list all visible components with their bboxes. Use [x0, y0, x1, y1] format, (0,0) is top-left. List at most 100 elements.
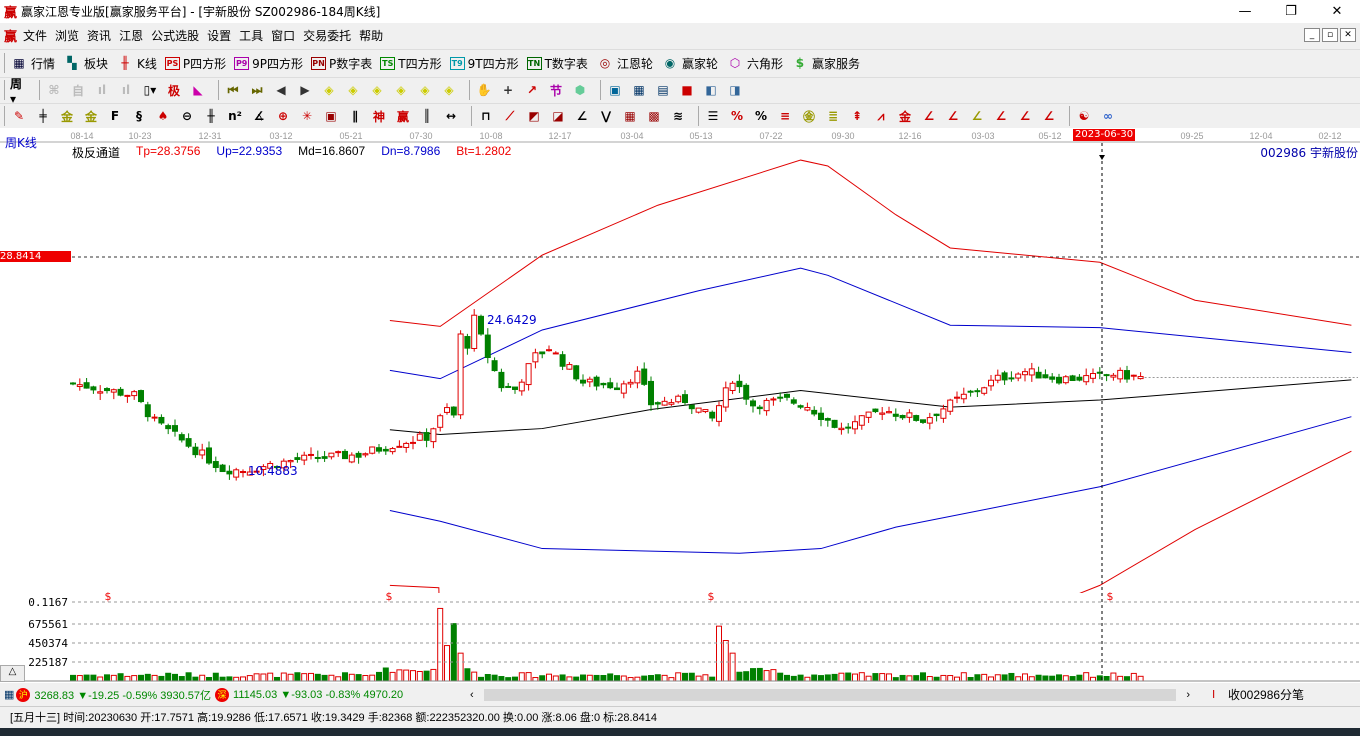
arrow-button[interactable]: ⇞ — [848, 107, 869, 125]
extreme-button[interactable]: 极 — [165, 81, 186, 99]
first-button[interactable]: ⏮ — [224, 81, 245, 99]
spiral-button[interactable]: § — [130, 107, 151, 125]
maximize-button[interactable]: ❐ — [1268, 0, 1314, 23]
last-button[interactable]: ⏭ — [248, 81, 269, 99]
lines-button[interactable]: ╫ — [202, 107, 223, 125]
angle2-button[interactable]: ∠ — [573, 107, 594, 125]
pen-button[interactable]: ✎ — [10, 107, 31, 125]
blocks-button[interactable]: ▚ 板块 — [63, 54, 108, 72]
sh-index[interactable]: 3268.83 ▼-19.25 -0.59% 3930.57亿 — [34, 687, 211, 703]
prev-button[interactable]: ◀ — [272, 81, 293, 99]
menu-item-4[interactable]: 公式选股 — [151, 27, 205, 44]
self-button[interactable]: 自 — [69, 81, 90, 99]
quote-table-icon[interactable]: ▦ — [4, 688, 14, 701]
gold2-button[interactable]: 金 — [82, 107, 103, 125]
pn-button[interactable]: PN P数字表 — [311, 55, 372, 72]
sz-index[interactable]: 11145.03 ▼-93.03 -0.83% 4970.20 — [233, 689, 403, 701]
pct-lines-button[interactable]: ≡ — [776, 107, 797, 125]
fan-shen-button[interactable]: ∠ — [992, 107, 1013, 125]
menu-item-2[interactable]: 资讯 — [87, 27, 117, 44]
notes-button[interactable]: ▤ — [654, 81, 675, 99]
fan-four-button[interactable]: ∠ — [1040, 107, 1061, 125]
peak-button[interactable]: ⩘ — [872, 107, 893, 125]
volume-profile-button[interactable]: ◣ — [189, 81, 210, 99]
ps-button[interactable]: PS P四方形 — [164, 55, 226, 72]
right-button[interactable]: ◈ — [344, 81, 365, 99]
menu-item-1[interactable]: 浏览 — [55, 27, 85, 44]
shrink-button[interactable]: ◈ — [392, 81, 413, 99]
ying-button[interactable]: 赢 — [394, 107, 415, 125]
fan-ying-button[interactable]: ∠ — [1016, 107, 1037, 125]
marker-button[interactable]: ♠ — [154, 107, 175, 125]
menu-item-6[interactable]: 工具 — [239, 27, 269, 44]
fan2-button[interactable]: ◩ — [525, 107, 546, 125]
zoom-in-button[interactable]: ◈ — [416, 81, 437, 99]
zoom-out-button[interactable]: ◈ — [440, 81, 461, 99]
jie-button[interactable]: 节 — [547, 81, 568, 99]
pct-line-button[interactable]: % — [728, 107, 749, 125]
ts-button[interactable]: TS T四方形 — [380, 55, 442, 72]
left-button[interactable]: ◈ — [320, 81, 341, 99]
scroll-track[interactable] — [483, 688, 1177, 701]
kline-button[interactable]: ╫ K线 — [116, 54, 157, 72]
fan3-button[interactable]: ◪ — [549, 107, 570, 125]
n2-button[interactable]: n² — [226, 107, 247, 125]
fan-f-button[interactable]: ∠ — [944, 107, 965, 125]
candle-type-button[interactable]: ▯▾ — [141, 81, 162, 99]
yinyang-button[interactable]: ☯ — [1075, 107, 1096, 125]
network-button[interactable]: ◧ — [702, 81, 723, 99]
grid3-button[interactable]: ▩ — [645, 107, 666, 125]
wave-button[interactable]: ⋁ — [597, 107, 618, 125]
gold1-button[interactable]: 金 — [58, 107, 79, 125]
parallel-button[interactable]: ∥ — [346, 107, 367, 125]
cycle-button[interactable]: ║ — [418, 107, 439, 125]
menu-item-7[interactable]: 窗口 — [271, 27, 301, 44]
grid2-button[interactable]: ▦ — [621, 107, 642, 125]
dollar-button[interactable]: $ 赢家服务 — [791, 54, 860, 72]
menu-item-3[interactable]: 江恩 — [119, 27, 149, 44]
hexagon-button[interactable]: ⬡ 六角形 — [726, 54, 783, 72]
menu-item-8[interactable]: 交易委托 — [303, 27, 357, 44]
tn-button[interactable]: TN T数字表 — [526, 55, 588, 72]
menu-item-9[interactable]: 帮助 — [359, 27, 389, 44]
calendar-button[interactable]: ▣ — [606, 81, 627, 99]
print-button[interactable]: ◨ — [726, 81, 747, 99]
fib-button[interactable]: F — [106, 107, 127, 125]
save-button[interactable]: ■ — [678, 81, 699, 99]
kline-chart[interactable]: 08-14 10-23 12-31 03-12 05-21 07-30 10-08 12-17… — [0, 128, 1360, 683]
p9-button[interactable]: P9 9P四方形 — [234, 55, 303, 72]
hex-button[interactable]: ⬢ — [571, 81, 592, 99]
bar9-button[interactable]: ıl — [117, 81, 138, 99]
scroll-right-button[interactable]: › — [1186, 689, 1190, 701]
hand-button[interactable]: ✋ — [475, 81, 496, 99]
menu-item-0[interactable]: 文件 — [23, 27, 53, 44]
angle-button[interactable]: ∡ — [250, 107, 271, 125]
t9-button[interactable]: T9 9T四方形 — [449, 55, 519, 72]
crosshair-button[interactable]: + — [499, 81, 520, 99]
channel-button[interactable]: ≋ — [669, 107, 690, 125]
weight-button[interactable]: ⌘ — [45, 81, 66, 99]
mdi-restore-button[interactable]: ▫ — [1322, 28, 1338, 42]
gann-wheel-button[interactable]: ◎ 江恩轮 — [596, 54, 653, 72]
minimize-button[interactable]: — — [1222, 0, 1268, 23]
expand-button[interactable]: ◈ — [368, 81, 389, 99]
scroll-left-button[interactable]: ‹ — [470, 689, 474, 701]
shen-button[interactable]: 神 — [370, 107, 391, 125]
menu-item-5[interactable]: 设置 — [207, 27, 237, 44]
gold-circle-button[interactable]: ㊎ — [800, 107, 821, 125]
star-button[interactable]: ✳ — [298, 107, 319, 125]
tick-detail-link[interactable]: 收002986分笔 — [1228, 686, 1304, 703]
calculator-button[interactable]: ▦ — [630, 81, 651, 99]
grid-button[interactable]: ╪ — [34, 107, 55, 125]
square-button[interactable]: ▣ — [322, 107, 343, 125]
box-button[interactable]: ⊓ — [477, 107, 498, 125]
fan-button[interactable]: ⟋ — [501, 107, 522, 125]
fan-j-button[interactable]: ∠ — [920, 107, 941, 125]
expand-panel-button[interactable]: △ — [0, 665, 25, 682]
chart-canvas[interactable]: 08-14 10-23 12-31 03-12 05-21 07-30 10-08 12-17… — [0, 128, 1360, 683]
infinity-button[interactable]: ∞ — [1099, 107, 1120, 125]
span-button[interactable]: ↔ — [442, 107, 463, 125]
line-button[interactable]: ↗ — [523, 81, 544, 99]
next-button[interactable]: ▶ — [296, 81, 317, 99]
bar3-button[interactable]: ıl — [93, 81, 114, 99]
